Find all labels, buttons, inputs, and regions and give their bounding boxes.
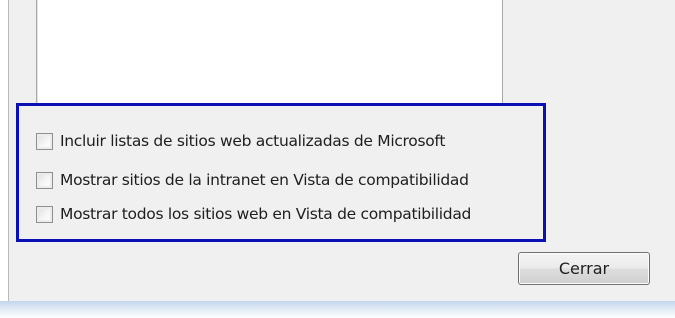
include-microsoft-lists-label: Incluir listas de sitios web actualizada… — [60, 132, 446, 150]
window-bottom-edge — [0, 301, 675, 318]
close-button[interactable]: Cerrar — [518, 252, 650, 285]
option-all-sites-compat-view[interactable]: Mostrar todos los sitios web en Vista de… — [36, 204, 471, 224]
option-include-microsoft-lists[interactable]: Incluir listas de sitios web actualizada… — [36, 131, 445, 151]
option-intranet-compat-view[interactable]: Mostrar sitios de la intranet en Vista d… — [36, 170, 469, 190]
all-sites-compat-view-checkbox[interactable] — [36, 205, 53, 223]
intranet-compat-view-checkbox[interactable] — [36, 171, 53, 189]
screenshot: Incluir listas de sitios web actualizada… — [0, 0, 675, 318]
include-microsoft-lists-checkbox[interactable] — [36, 132, 53, 150]
intranet-compat-view-label: Mostrar sitios de la intranet en Vista d… — [60, 171, 469, 189]
websites-list-box[interactable] — [36, 0, 503, 104]
all-sites-compat-view-label: Mostrar todos los sitios web en Vista de… — [60, 205, 472, 223]
